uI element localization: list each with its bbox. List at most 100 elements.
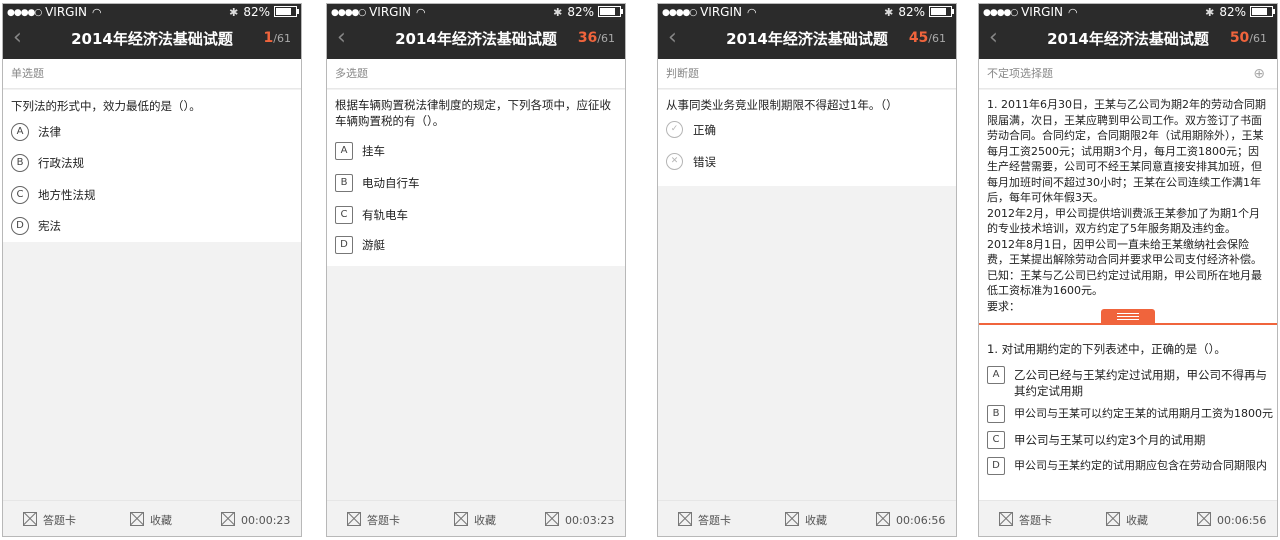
option-text: 甲公司与王某可以约定王某的试用期月工资为1800元 xyxy=(1014,407,1273,420)
question-type-bar: 单选题 xyxy=(3,59,301,89)
timer: 00:00:23 xyxy=(221,512,290,527)
option-b[interactable]: B 行政法规 xyxy=(11,154,297,174)
total-questions: /61 xyxy=(1249,32,1267,45)
answer-card-label: 答题卡 xyxy=(367,514,400,527)
answer-card-button[interactable]: 答题卡 xyxy=(347,512,400,527)
option-key: A xyxy=(987,366,1005,384)
timer-value: 00:06:56 xyxy=(1217,514,1267,527)
timer-value: 00:03:23 xyxy=(565,514,615,527)
bottom-toolbar: 答题卡 收藏 00:00:23 xyxy=(3,500,301,536)
option-text: 法律 xyxy=(38,125,61,139)
question-text: 1. 对试用期约定的下列表述中，正确的是（）。 xyxy=(987,342,1226,356)
option-a[interactable]: A 法律 xyxy=(11,123,297,143)
phone-screen-true-false: ●●●●○ VIRGIN ◠ ✱ 82% ‹ 2014年经济法基础试题 45/61 … xyxy=(657,3,957,537)
check-circle-icon: ✓ xyxy=(666,121,683,138)
question-counter: 50/61 xyxy=(1230,30,1267,46)
option-key: C xyxy=(11,186,29,204)
option-false[interactable]: ✕ 错误 xyxy=(666,153,952,173)
status-bar: ●●●●○ VIRGIN ◠ ✱ 82% xyxy=(979,4,1277,22)
answer-card-icon xyxy=(999,512,1013,526)
signal-icon: ●●●●○ xyxy=(7,8,42,18)
question-type-label: 多选题 xyxy=(335,67,368,80)
favorite-button[interactable]: 收藏 xyxy=(1106,512,1148,527)
answer-card-label: 答题卡 xyxy=(698,514,731,527)
favorite-label: 收藏 xyxy=(805,514,827,527)
question-text: 下列法的形式中，效力最低的是（）。 xyxy=(11,99,201,113)
status-bar: ●●●●○ VIRGIN ◠ ✱ 82% xyxy=(3,4,301,22)
signal-icon: ●●●●○ xyxy=(983,8,1018,18)
phone-screen-multiple-choice: ●●●●○ VIRGIN ◠ ✱ 82% ‹ 2014年经济法基础试题 36/61 … xyxy=(326,3,626,537)
status-bar: ●●●●○ VIRGIN ◠ ✱ 82% xyxy=(327,4,625,22)
material-text: 1. 2011年6月30日，王某与乙公司为期2年的劳动合同期限届满，次日，王某应… xyxy=(987,97,1269,314)
page-title: 2014年经济法基础试题 xyxy=(71,30,233,48)
option-key: D xyxy=(335,236,353,254)
bluetooth-icon: ✱ xyxy=(229,6,239,19)
favorite-icon xyxy=(454,512,468,526)
option-b[interactable]: B 甲公司与王某可以约定王某的试用期月工资为1800元 xyxy=(987,405,1273,425)
battery-percent: 82% xyxy=(243,5,270,19)
zoom-in-icon[interactable]: ⊕ xyxy=(1253,59,1265,89)
answer-card-icon xyxy=(347,512,361,526)
timer: 00:03:23 xyxy=(545,512,615,527)
question-area: 从事同类业务竞业限制期限不得超过1年。（） ✓ 正确 ✕ 错误 xyxy=(658,90,956,186)
carrier-label: VIRGIN xyxy=(369,5,411,19)
carrier-label: VIRGIN xyxy=(700,5,742,19)
question-text: 从事同类业务竞业限制期限不得超过1年。（） xyxy=(666,98,898,112)
option-c[interactable]: C 地方性法规 xyxy=(11,186,297,206)
option-key: D xyxy=(987,457,1005,475)
wifi-icon: ◠ xyxy=(92,6,102,19)
option-text: 正确 xyxy=(693,123,716,137)
material-paragraph: 已知：王某与乙公司已约定过试用期，甲公司所在地月最低工资标准为1600元。 xyxy=(987,268,1262,298)
favorite-icon xyxy=(130,512,144,526)
favorite-button[interactable]: 收藏 xyxy=(785,512,827,527)
material-paragraph: 2012年2月，甲公司提供培训费派王某参加了为期1个月的专业技术培训，双方约定了… xyxy=(987,206,1260,236)
option-key: C xyxy=(335,206,353,224)
carrier-label: VIRGIN xyxy=(45,5,87,19)
favorite-icon xyxy=(785,512,799,526)
answer-card-button[interactable]: 答题卡 xyxy=(678,512,731,527)
option-a[interactable]: A 挂车 xyxy=(335,142,621,162)
battery-icon xyxy=(1250,6,1275,17)
option-d[interactable]: D 甲公司与王某约定的试用期应包含在劳动合同期限内 xyxy=(987,457,1273,477)
question-type-bar: 判断题 xyxy=(658,59,956,89)
option-d[interactable]: D 宪法 xyxy=(11,217,297,237)
favorite-label: 收藏 xyxy=(474,514,496,527)
option-text: 电动自行车 xyxy=(362,176,420,190)
bluetooth-icon: ✱ xyxy=(1205,6,1215,19)
nav-header: ●●●●○ VIRGIN ◠ ✱ 82% ‹ 2014年经济法基础试题 50/61 xyxy=(979,4,1277,59)
nav-header: ●●●●○ VIRGIN ◠ ✱ 82% ‹ 2014年经济法基础试题 1/61 xyxy=(3,4,301,59)
option-true[interactable]: ✓ 正确 xyxy=(666,121,952,141)
answer-card-label: 答题卡 xyxy=(1019,514,1052,527)
option-a[interactable]: A 乙公司已经与王某约定过试用期，甲公司不得再与其约定试用期 xyxy=(987,366,1273,400)
favorite-button[interactable]: 收藏 xyxy=(130,512,172,527)
battery-icon xyxy=(598,6,623,17)
question-text: 根据车辆购置税法律制度的规定，下列各项中，应征收车辆购置税的有（）。 xyxy=(335,98,611,128)
answer-card-button[interactable]: 答题卡 xyxy=(999,512,1052,527)
timer-value: 00:06:56 xyxy=(896,514,946,527)
option-key: B xyxy=(11,154,29,172)
option-key: D xyxy=(11,217,29,235)
option-c[interactable]: C 有轨电车 xyxy=(335,206,621,226)
answer-card-icon xyxy=(23,512,37,526)
bluetooth-icon: ✱ xyxy=(553,6,563,19)
option-b[interactable]: B 电动自行车 xyxy=(335,174,621,194)
option-d[interactable]: D 游艇 xyxy=(335,236,621,256)
nav-header: ●●●●○ VIRGIN ◠ ✱ 82% ‹ 2014年经济法基础试题 36/61 xyxy=(327,4,625,59)
clock-icon xyxy=(1197,512,1211,526)
question-counter: 36/61 xyxy=(578,30,615,46)
question-counter: 1/61 xyxy=(264,30,291,46)
option-text: 甲公司与王某约定的试用期应包含在劳动合同期限内 xyxy=(1014,459,1267,472)
total-questions: /61 xyxy=(273,32,291,45)
question-type-bar: 不定项选择题 ⊕ xyxy=(979,59,1277,89)
option-c[interactable]: C 甲公司与王某可以约定3个月的试用期 xyxy=(987,431,1273,451)
bottom-toolbar: 答题卡 收藏 00:06:56 xyxy=(658,500,956,536)
option-text: 乙公司已经与王某约定过试用期，甲公司不得再与其约定试用期 xyxy=(1014,368,1267,398)
favorite-button[interactable]: 收藏 xyxy=(454,512,496,527)
wifi-icon: ◠ xyxy=(416,6,426,19)
phone-screen-single-choice: ●●●●○ VIRGIN ◠ ✱ 82% ‹ 2014年经济法基础试题 1/61 单… xyxy=(2,3,302,537)
answer-card-button[interactable]: 答题卡 xyxy=(23,512,76,527)
option-key: B xyxy=(335,174,353,192)
drag-handle[interactable] xyxy=(1101,309,1155,324)
favorite-icon xyxy=(1106,512,1120,526)
option-text: 有轨电车 xyxy=(362,208,408,222)
